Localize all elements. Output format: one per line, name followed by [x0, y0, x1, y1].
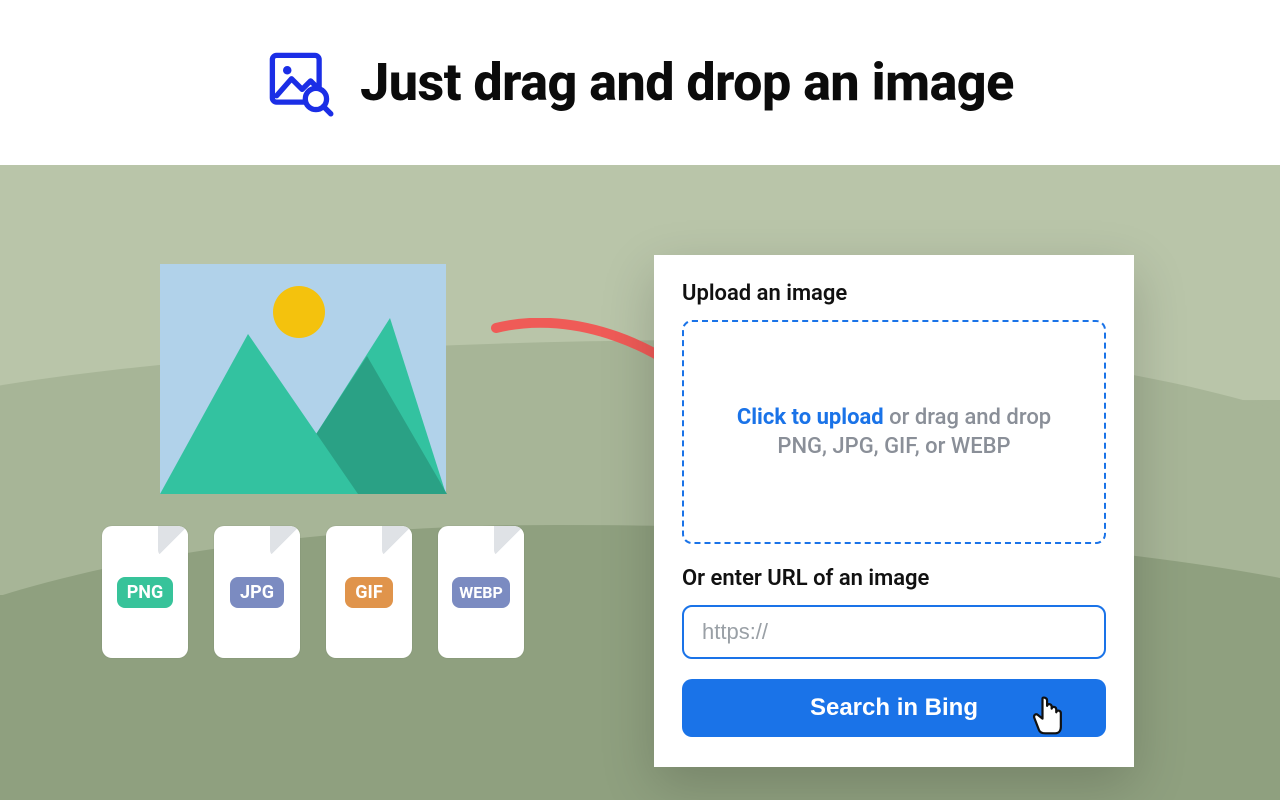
- format-badge: PNG: [117, 577, 174, 608]
- click-to-upload-link[interactable]: Click to upload: [737, 405, 884, 430]
- search-button-label: Search in Bing: [810, 694, 978, 721]
- file-card-gif: GIF: [326, 526, 412, 658]
- dropzone-suffix: or drag and drop: [884, 405, 1052, 430]
- fold-corner-icon: [270, 526, 300, 556]
- upload-label: Upload an image: [682, 281, 1106, 306]
- image-url-input[interactable]: [682, 605, 1106, 659]
- search-in-bing-button[interactable]: Search in Bing: [682, 679, 1106, 737]
- url-label: Or enter URL of an image: [682, 566, 1106, 591]
- file-card-webp: WEBP: [438, 526, 524, 658]
- sample-image-thumbnail[interactable]: [160, 264, 446, 494]
- format-badge: WEBP: [452, 577, 510, 608]
- image-search-icon: [266, 49, 334, 117]
- header: Just drag and drop an image: [0, 0, 1280, 165]
- dropzone-formats: PNG, JPG, GIF, or WEBP: [777, 434, 1010, 459]
- mountain-icon: [160, 334, 358, 494]
- upload-panel: Upload an image Click to upload or drag …: [654, 255, 1134, 767]
- fold-corner-icon: [382, 526, 412, 556]
- dropzone-hint: Click to upload or drag and drop: [737, 405, 1051, 430]
- format-badge: GIF: [345, 577, 392, 608]
- format-badge: JPG: [230, 577, 284, 608]
- file-card-jpg: JPG: [214, 526, 300, 658]
- file-format-row: PNG JPG GIF WEBP: [102, 526, 524, 658]
- fold-corner-icon: [158, 526, 188, 556]
- image-dropzone[interactable]: Click to upload or drag and drop PNG, JP…: [682, 320, 1106, 544]
- page-title: Just drag and drop an image: [360, 52, 1014, 113]
- file-card-png: PNG: [102, 526, 188, 658]
- pointer-cursor-icon: [1026, 693, 1070, 737]
- fold-corner-icon: [494, 526, 524, 556]
